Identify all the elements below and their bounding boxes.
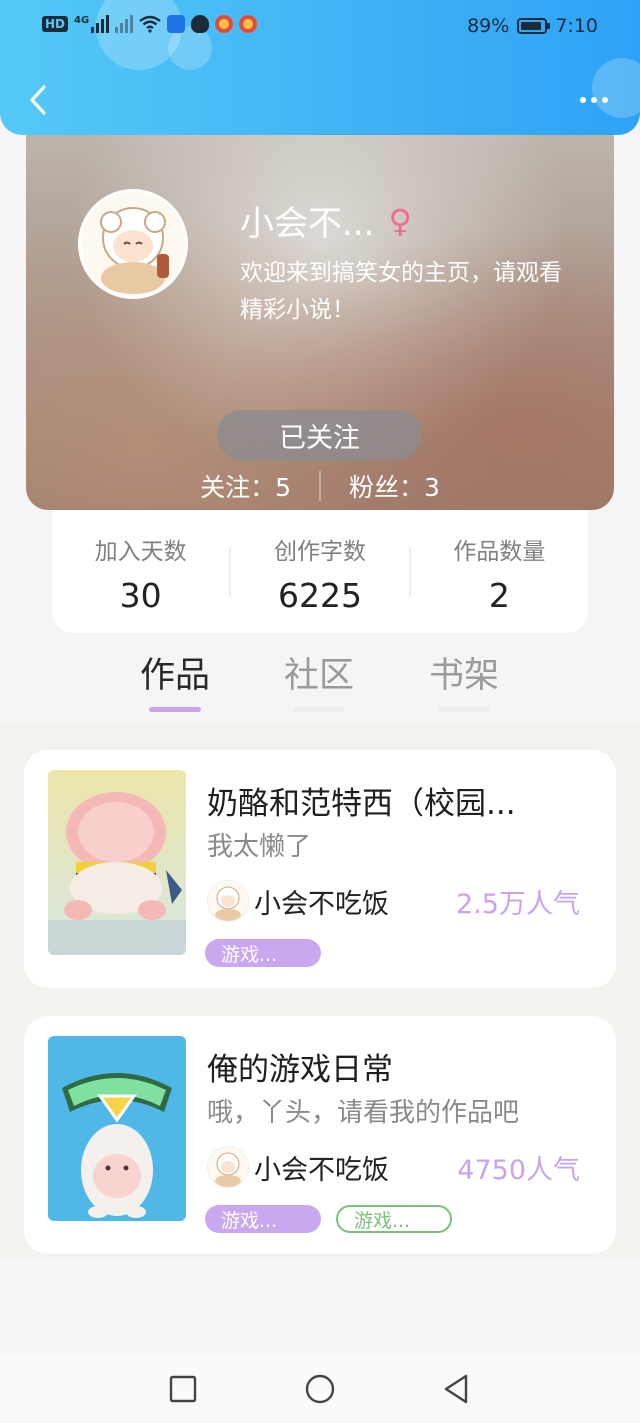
stat-label: 作品数量	[453, 539, 546, 565]
tab-indicator	[293, 707, 345, 712]
stat-label: 创作字数	[273, 539, 366, 565]
follow-button[interactable]: 已关注	[217, 410, 422, 460]
sheep-avatar-icon	[81, 192, 185, 296]
clock: 7:10	[555, 15, 598, 37]
work-description: 我太懒了	[207, 832, 312, 862]
square-icon[interactable]	[166, 1372, 200, 1406]
work-description: 哦，丫头，请看我的作品吧	[207, 1098, 520, 1128]
popularity-count: 2.5万人气	[456, 889, 580, 920]
stat-label: 加入天数	[94, 539, 187, 565]
stat-works-count: 作品数量 2	[411, 528, 588, 615]
fans-count[interactable]: 粉丝：3	[349, 468, 440, 504]
weibo-icon	[215, 15, 234, 33]
user-bio: 欢迎来到搞笑女的主页，请观看精彩小说！	[240, 260, 562, 323]
stat-join-days: 加入天数 30	[52, 528, 229, 615]
follow-stats: 关注：5 粉丝：3	[26, 466, 614, 506]
stats-card: 加入天数 30 创作字数 6225 作品数量 2	[52, 510, 588, 633]
work-title: 俺的游戏日常	[207, 1052, 393, 1088]
work-cover[interactable]	[48, 1036, 186, 1221]
qq-icon	[191, 15, 210, 33]
sheep-avatar-icon	[208, 881, 248, 921]
wifi-icon	[139, 15, 161, 33]
battery-icon	[517, 18, 551, 34]
status-icons-right: 89% 7:10	[467, 15, 598, 37]
user-avatar[interactable]	[78, 189, 188, 299]
genre-tag[interactable]: 游戏...	[205, 939, 321, 967]
work-card[interactable]: 俺的游戏日常 哦，丫头，请看我的作品吧 小会不吃饭 4750人气 游戏... 游…	[24, 1016, 616, 1254]
cloud-app-icon	[167, 15, 186, 33]
stat-value: 2	[488, 576, 510, 615]
more-dot	[602, 97, 608, 103]
weibo-icon	[239, 15, 258, 33]
character-cover-icon	[48, 1036, 186, 1221]
nickname-row: 小会不... ♀	[240, 196, 412, 245]
battery-percent: 89%	[467, 15, 510, 37]
triangle-back-icon[interactable]	[440, 1372, 474, 1406]
work-title: 奶酪和范特西（校园...	[207, 786, 516, 822]
author-name: 小会不吃饭	[254, 889, 389, 920]
tab-community[interactable]: 社区	[264, 647, 374, 698]
more-button[interactable]	[572, 86, 616, 114]
work-cover[interactable]	[48, 770, 186, 955]
tab-bookshelf[interactable]: 书架	[409, 647, 519, 698]
tab-indicator	[438, 707, 490, 712]
works-list: 奶酪和范特西（校园... 我太懒了 小会不吃饭 2.5万人气 游戏... 俺的游…	[0, 723, 640, 1258]
chevron-left-icon	[30, 85, 46, 115]
more-dot	[591, 97, 597, 103]
genre-tag[interactable]: 游戏...	[205, 1205, 321, 1233]
stat-value: 6225	[278, 576, 362, 615]
divider	[319, 471, 321, 501]
female-icon: ♀	[388, 201, 412, 240]
circle-icon[interactable]	[303, 1372, 337, 1406]
author-name: 小会不吃饭	[254, 1155, 389, 1186]
work-card[interactable]: 奶酪和范特西（校园... 我太懒了 小会不吃饭 2.5万人气 游戏...	[24, 750, 616, 988]
app-header: HD 4G 89% 7:10	[0, 0, 640, 135]
sheep-avatar-icon	[208, 1147, 248, 1187]
back-button[interactable]	[18, 80, 58, 120]
stat-word-count: 创作字数 6225	[231, 528, 408, 615]
tab-indicator	[149, 707, 201, 712]
status-icons-left: HD 4G	[42, 14, 258, 33]
stat-value: 30	[119, 576, 162, 615]
status-bar: HD 4G 89% 7:10	[0, 0, 640, 56]
signal-icon	[91, 15, 110, 33]
tab-bar: 作品 社区 书架	[0, 633, 640, 723]
following-count[interactable]: 关注：5	[200, 468, 291, 504]
nickname: 小会不...	[240, 204, 375, 244]
genre-tag[interactable]: 游戏...	[336, 1205, 452, 1233]
popularity-count: 4750人气	[457, 1155, 580, 1186]
signal-secondary-icon	[115, 15, 134, 33]
author-avatar	[207, 880, 249, 922]
author-avatar	[207, 1146, 249, 1188]
more-dots-icon	[580, 97, 586, 103]
system-nav-bar	[0, 1353, 640, 1423]
hd-indicator: HD	[42, 16, 69, 32]
bee-character-cover-icon	[48, 770, 186, 955]
profile-hero: 小会不... ♀ 欢迎来到搞笑女的主页，请观看精彩小说！ 已关注 关注：5 粉丝…	[26, 112, 614, 510]
network-type-label: 4G	[74, 14, 90, 26]
tab-works[interactable]: 作品	[120, 647, 230, 698]
